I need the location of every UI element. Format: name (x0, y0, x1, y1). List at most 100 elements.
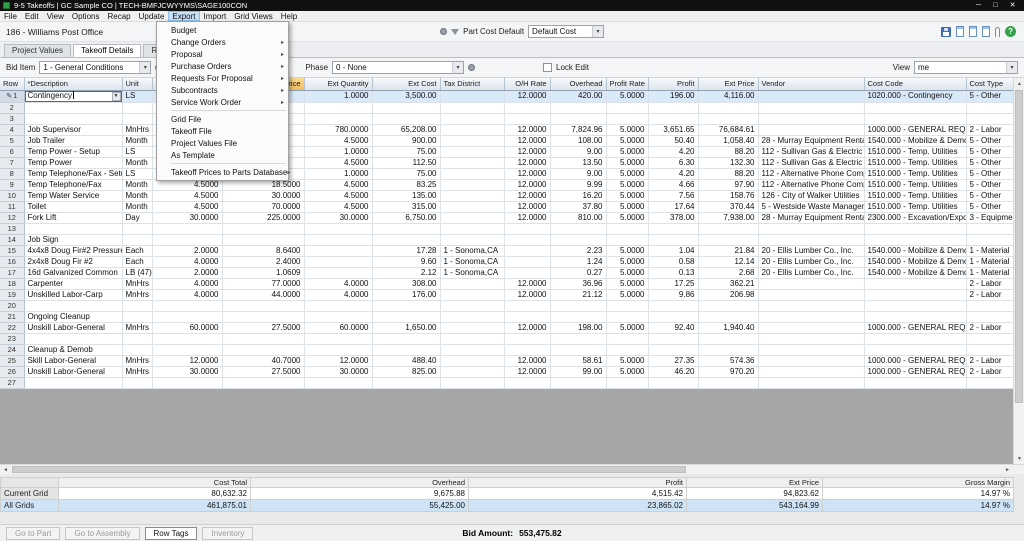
cell-ohr[interactable] (504, 245, 550, 256)
cell-price[interactable]: 77.0000 (222, 278, 304, 289)
cell-desc[interactable]: Ongoing Cleanup (24, 311, 122, 322)
cell-price[interactable]: 2.4000 (222, 256, 304, 267)
cell-ct[interactable]: 5 - Other (966, 168, 1013, 179)
col-header-row[interactable]: Row (0, 78, 24, 90)
grid-row-header[interactable]: 12 (0, 212, 24, 223)
cell-tax[interactable] (440, 223, 504, 234)
menu-item-service-work-order[interactable]: Service Work Order▸ (157, 96, 288, 108)
cell-ct[interactable]: 2 - Labor (966, 289, 1013, 300)
cell-extp[interactable] (698, 311, 758, 322)
cell-tq[interactable] (152, 234, 222, 245)
cell-ct[interactable]: 2 - Labor (966, 355, 1013, 366)
col-header-vendor[interactable]: Vendor (758, 78, 864, 90)
help-icon[interactable]: ? (1005, 26, 1016, 37)
cell-ohr[interactable] (504, 377, 550, 388)
cell-unit[interactable]: Each (122, 245, 152, 256)
menubar-item-update[interactable]: Update (135, 11, 169, 21)
inventory-button[interactable]: Inventory (202, 527, 253, 540)
cell-desc[interactable]: Unskill Labor-General (24, 322, 122, 333)
cell-desc[interactable]: 2x4x8 Doug Fir #2 (24, 256, 122, 267)
cell-extc[interactable]: 6,750.00 (372, 212, 440, 223)
grid-row-header[interactable]: 11 (0, 201, 24, 212)
cell-pr[interactable]: 5.0000 (606, 366, 648, 377)
cell-vendor[interactable]: 20 - Ellis Lumber Co., Inc. (758, 245, 864, 256)
cell-ohr[interactable] (504, 223, 550, 234)
cell-unit[interactable]: Month (122, 157, 152, 168)
cell-oh[interactable]: 0.27 (550, 267, 606, 278)
cell-cc[interactable] (864, 377, 966, 388)
grid-row-header[interactable]: 5 (0, 135, 24, 146)
cell-cc[interactable] (864, 223, 966, 234)
cell-extq[interactable]: 4.5000 (304, 179, 372, 190)
cell-ct[interactable] (966, 102, 1013, 113)
grid-row-header[interactable]: 25 (0, 355, 24, 366)
cell-vendor[interactable]: 126 - City of Walker Utilities (758, 190, 864, 201)
export-doc-icon[interactable] (982, 26, 990, 37)
cell-pr[interactable]: 5.0000 (606, 135, 648, 146)
cell-unit[interactable]: MnHrs (122, 366, 152, 377)
cell-profit[interactable]: 17.25 (648, 278, 698, 289)
chevron-down-icon[interactable]: ▾ (139, 62, 150, 73)
cell-price[interactable]: 44.0000 (222, 289, 304, 300)
cell-tax[interactable] (440, 201, 504, 212)
cell-oh[interactable]: 7,824.96 (550, 124, 606, 135)
cell-oh[interactable]: 37.80 (550, 201, 606, 212)
cell-unit[interactable]: Month (122, 179, 152, 190)
cell-extc[interactable]: 1,650.00 (372, 322, 440, 333)
horizontal-scroll-track[interactable] (11, 465, 1002, 474)
cell-extc[interactable] (372, 234, 440, 245)
cell-unit[interactable]: LB (47) (122, 267, 152, 278)
cell-ct[interactable] (966, 223, 1013, 234)
cell-desc[interactable] (24, 102, 122, 113)
cell-unit[interactable]: MnHrs (122, 355, 152, 366)
grid-row-header[interactable]: 2 (0, 102, 24, 113)
cell-profit[interactable]: 9.86 (648, 289, 698, 300)
cell-oh[interactable] (550, 311, 606, 322)
go-to-part-button[interactable]: Go to Part (6, 527, 60, 540)
cell-profit[interactable]: 1.04 (648, 245, 698, 256)
cell-extp[interactable] (698, 333, 758, 344)
cell-extp[interactable]: 2.68 (698, 267, 758, 278)
cell-desc[interactable]: Fork Lift (24, 212, 122, 223)
col-header-o-h-rate[interactable]: O/H Rate (504, 78, 550, 90)
cell-pr[interactable]: 5.0000 (606, 355, 648, 366)
cell-oh[interactable]: 9.00 (550, 168, 606, 179)
cell-tax[interactable]: 1 - Sonoma,CA (440, 256, 504, 267)
bid-item-select[interactable]: 1 - General Conditions ▾ (39, 61, 151, 74)
cell-oh[interactable]: 810.00 (550, 212, 606, 223)
cell-pr[interactable]: 5.0000 (606, 90, 648, 102)
cell-extp[interactable]: 970.20 (698, 366, 758, 377)
cell-oh[interactable]: 1.24 (550, 256, 606, 267)
cell-tq[interactable] (152, 300, 222, 311)
cell-profit[interactable] (648, 377, 698, 388)
cell-ct[interactable]: 5 - Other (966, 179, 1013, 190)
cell-extc[interactable]: 65,208.00 (372, 124, 440, 135)
cell-tax[interactable] (440, 157, 504, 168)
cell-ohr[interactable]: 12.0000 (504, 201, 550, 212)
cell-desc[interactable] (24, 377, 122, 388)
cell-oh[interactable] (550, 223, 606, 234)
cell-tq[interactable]: 4.0000 (152, 278, 222, 289)
cell-tax[interactable]: 1 - Sonoma,CA (440, 267, 504, 278)
cell-oh[interactable] (550, 234, 606, 245)
cell-desc[interactable]: Job Trailer (24, 135, 122, 146)
cell-desc[interactable]: Temp Power - Setup (24, 146, 122, 157)
cell-cc[interactable] (864, 289, 966, 300)
cell-cc[interactable]: 1000.000 - GENERAL REQUIREM... (864, 322, 966, 333)
cell-price[interactable]: 40.7000 (222, 355, 304, 366)
cell-ct[interactable]: 5 - Other (966, 201, 1013, 212)
cell-desc[interactable]: 16d Galvanized Common (24, 267, 122, 278)
cell-extq[interactable]: 4.5000 (304, 201, 372, 212)
cell-desc[interactable]: 4x4x8 Doug Fir#2 Pressure Treat... (24, 245, 122, 256)
cell-extp[interactable]: 21.84 (698, 245, 758, 256)
cell-tq[interactable]: 30.0000 (152, 366, 222, 377)
cell-extc[interactable]: 83.25 (372, 179, 440, 190)
cell-vendor[interactable]: 20 - Ellis Lumber Co., Inc. (758, 267, 864, 278)
cell-extc[interactable]: 9.60 (372, 256, 440, 267)
cell-profit[interactable] (648, 333, 698, 344)
cell-oh[interactable]: 99.00 (550, 366, 606, 377)
view-select[interactable]: me ▾ (914, 61, 1018, 74)
cell-extc[interactable]: 135.00 (372, 190, 440, 201)
cell-ohr[interactable]: 12.0000 (504, 90, 550, 102)
preview-icon[interactable] (969, 26, 977, 37)
